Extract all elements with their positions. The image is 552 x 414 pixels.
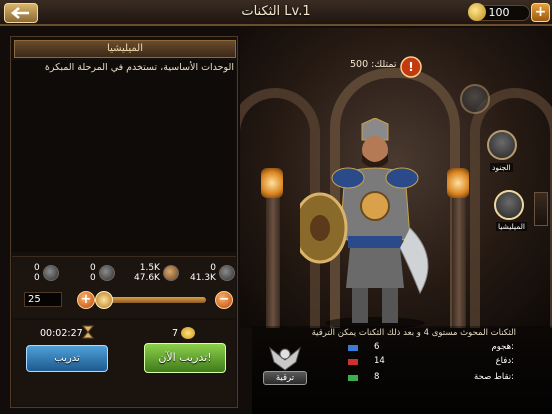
alert-badge-icon[interactable]: ! (398, 56, 424, 78)
resource-cost-wood: 00 (34, 263, 59, 283)
description-area (12, 60, 236, 252)
train-now-button[interactable]: تدريب الآن! (144, 343, 226, 373)
train-button[interactable]: تدريب (26, 345, 108, 372)
stat-defense: 14 دفاع: (344, 356, 514, 368)
resource-have: 0 (90, 263, 96, 273)
pillar (266, 178, 280, 328)
stat-health: 8 نقاط صحة: (344, 372, 514, 384)
scroll-arrow-icon[interactable] (534, 192, 548, 226)
resource-cost: 47.6K (134, 273, 160, 283)
slider-handle[interactable] (95, 291, 113, 309)
militia-soldier-icon (300, 118, 429, 328)
add-gold-button[interactable]: + (531, 3, 550, 22)
resource-cost: 0 (90, 273, 96, 283)
owned-count: تمتلك: 500 (350, 59, 397, 70)
health-bar-icon (348, 375, 358, 381)
decrease-button[interactable]: + (77, 291, 95, 309)
resource-have: 0 (34, 263, 40, 273)
resource-cost-iron: 00 (90, 263, 115, 283)
unit-portrait-2[interactable] (487, 130, 517, 160)
stat-value: 8 (374, 372, 380, 382)
stat-label: دفاع: (495, 356, 514, 366)
stat-attack: 6 هجوم: (344, 342, 514, 354)
wood-icon (42, 265, 59, 281)
unit-portrait-label: الجنود (490, 163, 513, 172)
food-icon (162, 265, 179, 281)
attack-bar-icon (348, 345, 358, 351)
unit-name: الميليشيا (14, 40, 236, 58)
stat-value: 14 (374, 356, 385, 366)
resource-cost: 41.3K (190, 273, 216, 283)
food-icon (181, 327, 196, 339)
stat-label: نقاط صحة: (474, 372, 514, 382)
unit-description: الوحدات الأساسية، تستخدم في المرحلة المب… (44, 62, 234, 73)
increase-button[interactable]: − (215, 291, 233, 309)
stat-label: هجوم: (491, 342, 515, 352)
unit-portrait-3[interactable] (494, 190, 524, 220)
hourglass-icon (82, 325, 94, 339)
resource-cost-stone: 0 41.3K (190, 263, 235, 283)
defense-bar-icon (348, 359, 358, 365)
resource-have: 0 (210, 263, 216, 273)
unit-portrait-1[interactable] (460, 84, 490, 114)
resource-cost-food: 1.5K 47.6K (134, 263, 179, 283)
quantity-slider[interactable] (104, 297, 206, 303)
food-cost: 7 (172, 327, 196, 339)
alert-badge-text: ! (408, 60, 413, 74)
stat-value: 6 (374, 342, 380, 352)
unit-portrait-label: الميليشيا (496, 222, 527, 231)
iron-icon (98, 265, 115, 281)
gold-coin-icon (468, 3, 486, 21)
resource-cost: 0 (34, 273, 40, 283)
stone-icon (218, 265, 235, 281)
unit-scene (240, 28, 552, 328)
pillar (452, 178, 466, 328)
upgrade-button[interactable]: ترقية (263, 371, 307, 385)
food-cost-value: 7 (172, 327, 179, 339)
top-bar: الثكنات Lv.1 100 + (0, 0, 552, 26)
resource-have: 1.5K (139, 263, 160, 273)
quantity-input[interactable]: 25 (24, 292, 62, 307)
upgrade-info-text: الثكنات المحوث مستوى 4 و بعد ذلك الثكنات… (311, 328, 516, 338)
lamp-icon (447, 168, 469, 198)
training-time: 00:02:27 (40, 328, 83, 339)
lamp-icon (261, 168, 283, 198)
